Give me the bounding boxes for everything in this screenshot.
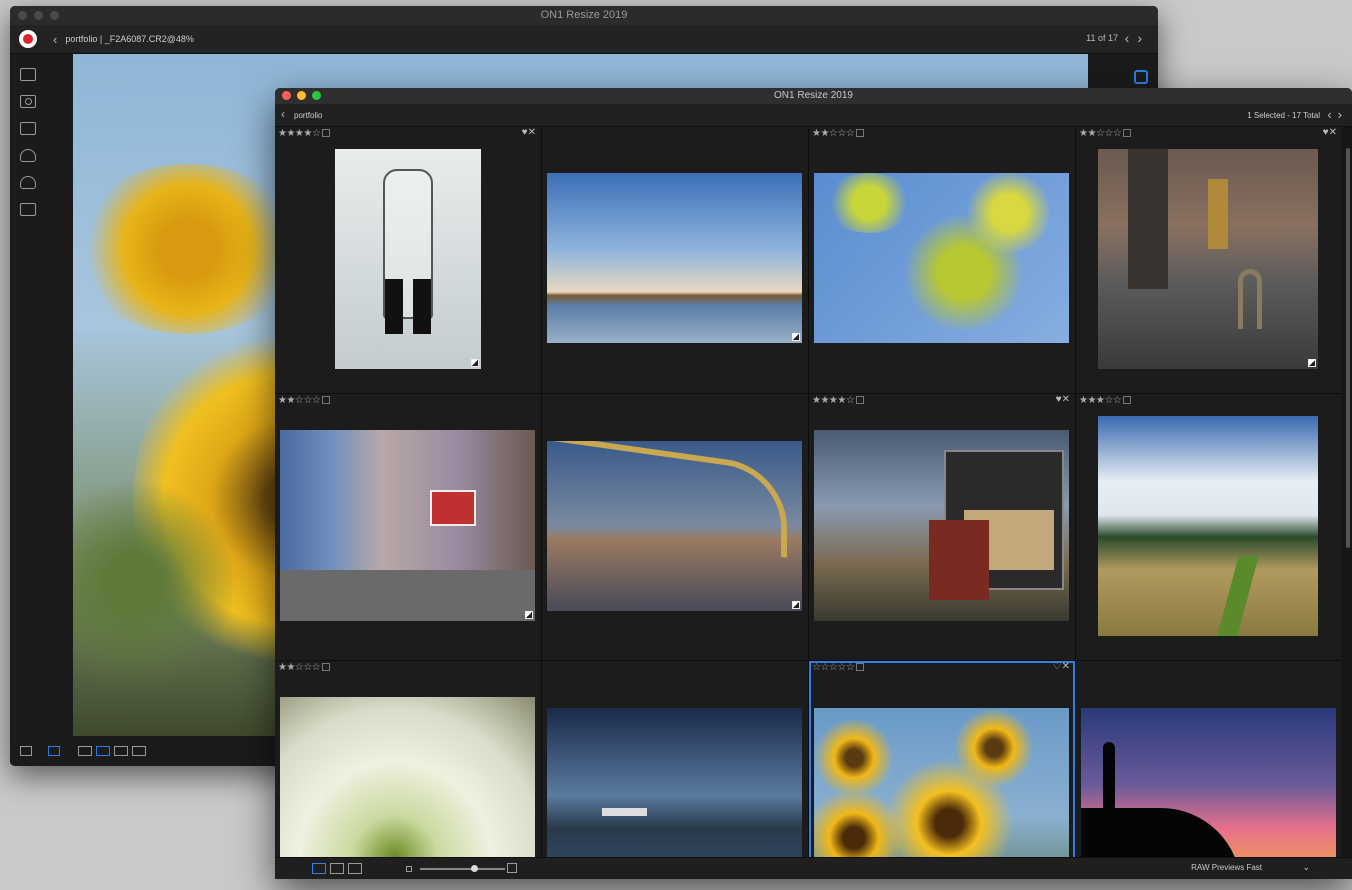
- star-rating[interactable]: ★★★★☆: [812, 395, 865, 406]
- thumbnail-image[interactable]: [547, 441, 802, 611]
- image-counter: 11 of 17: [1086, 33, 1118, 43]
- camera-icon[interactable]: [20, 95, 36, 108]
- thumbnail-grid: ★★★★☆ ♥✕ ★★☆☆☆ ★★☆☆☆ ♥✕ ★★☆☆☆ ★★★★☆ ♥✕ ★…: [275, 127, 1341, 857]
- star-rating[interactable]: ★★★☆☆: [1079, 395, 1132, 406]
- thumbnail-image[interactable]: [547, 173, 802, 343]
- star-rating[interactable]: ★★★★☆: [278, 128, 331, 139]
- breadcrumb: portfolio | _F2A6087.CR2@48%: [65, 34, 194, 44]
- thumbnail-image[interactable]: [814, 430, 1069, 621]
- thumbnail-image[interactable]: [814, 708, 1069, 857]
- thumbnail-image[interactable]: [280, 430, 535, 621]
- sidebar: ☺ ⓘ: [10, 54, 46, 762]
- toolbar: ‹ portfolio | _F2A6087.CR2@48% 11 of 17 …: [10, 25, 1158, 54]
- panel-toggle-icon[interactable]: [20, 746, 32, 756]
- window-title: ON1 Resize 2019: [540, 9, 628, 21]
- thumbnail-cell[interactable]: [1076, 661, 1341, 857]
- thumbnail-image[interactable]: [280, 697, 535, 857]
- select-checkbox[interactable]: [856, 396, 865, 404]
- thumbnail-cell[interactable]: ★★★★☆ ♥✕: [275, 127, 541, 393]
- slider-knob[interactable]: [471, 865, 478, 872]
- star-rating[interactable]: ☆☆☆☆☆: [812, 662, 865, 673]
- raw-previews-select[interactable]: RAW Previews Fast: [1191, 863, 1262, 872]
- thumbnail-image[interactable]: [1081, 708, 1336, 857]
- select-checkbox[interactable]: [322, 663, 331, 671]
- status-bar: RAW Previews Fast ⌄: [275, 857, 1352, 879]
- image-nav-arrows[interactable]: ‹›: [1327, 107, 1348, 122]
- favorite-reject-icon[interactable]: ♡✕: [1053, 661, 1070, 672]
- thumbnail-image[interactable]: [547, 708, 802, 857]
- thumbnail-cell[interactable]: [542, 127, 808, 393]
- toolbar: ‹ portfolio 1 Selected - 17 Total ‹›: [275, 104, 1352, 127]
- breadcrumb: portfolio: [294, 111, 323, 120]
- chevron-down-icon[interactable]: ⌄: [1302, 862, 1310, 873]
- star-rating[interactable]: ★★☆☆☆: [812, 128, 865, 139]
- thumbnail-cell[interactable]: ★★★★☆ ♥✕: [809, 394, 1075, 660]
- selection-count: 1 Selected - 17 Total: [1247, 111, 1320, 120]
- back-chevron-icon[interactable]: ‹: [281, 107, 285, 121]
- title-bar: ON1 Resize 2019: [10, 6, 1158, 25]
- select-checkbox[interactable]: [856, 129, 865, 137]
- edited-badge-icon: [525, 611, 533, 619]
- thumbnail-image[interactable]: [814, 173, 1069, 343]
- grid-scrollbar[interactable]: [1346, 148, 1350, 548]
- detail-view-icon[interactable]: [96, 746, 110, 756]
- browser-window: ON1 Resize 2019 ‹ portfolio 1 Selected -…: [275, 88, 1352, 879]
- thumbnail-cell[interactable]: ★★☆☆☆: [809, 127, 1075, 393]
- camera-info-icon[interactable]: [1134, 70, 1148, 84]
- select-checkbox[interactable]: [1123, 129, 1132, 137]
- edited-badge-icon: [792, 333, 800, 341]
- thumbnail-cell[interactable]: ★★★☆☆: [1076, 394, 1341, 660]
- grid-view-button[interactable]: [312, 863, 326, 874]
- thumbnail-cell[interactable]: ★★☆☆☆: [275, 394, 541, 660]
- thumbnail-cell[interactable]: [542, 394, 808, 660]
- filmstrip-view-button[interactable]: [348, 863, 362, 874]
- favorite-reject-icon[interactable]: ♥✕: [1056, 394, 1070, 405]
- filmstrip-view-icon[interactable]: [114, 746, 128, 756]
- title-bar: ON1 Resize 2019: [275, 88, 1352, 104]
- thumbnail-image[interactable]: [335, 149, 481, 369]
- favorite-reject-icon[interactable]: ♥✕: [1323, 127, 1337, 138]
- select-checkbox[interactable]: [322, 129, 331, 137]
- compare-view-icon[interactable]: [132, 746, 146, 756]
- select-checkbox[interactable]: [856, 663, 865, 671]
- edited-badge-icon: [792, 601, 800, 609]
- thumbnail-size-slider[interactable]: [420, 868, 505, 870]
- edited-badge-icon: [1308, 359, 1316, 367]
- detail-view-button[interactable]: [330, 863, 344, 874]
- select-checkbox[interactable]: [322, 396, 331, 404]
- raw-previews-value: Fast: [1246, 863, 1262, 872]
- favorite-reject-icon[interactable]: ♥✕: [522, 127, 536, 138]
- thumbnail-image[interactable]: [1098, 149, 1318, 369]
- drive-icon[interactable]: [20, 149, 36, 162]
- thumbnail-image[interactable]: [1098, 416, 1318, 636]
- app-logo-icon[interactable]: [19, 30, 37, 48]
- image-nav-arrows[interactable]: ‹›: [1125, 30, 1150, 46]
- select-checkbox[interactable]: [1123, 396, 1132, 404]
- thumbnail-size-small-icon[interactable]: [406, 866, 412, 872]
- thumbnail-cell-selected[interactable]: ☆☆☆☆☆ ♡✕: [809, 661, 1075, 857]
- monitor-icon[interactable]: [20, 68, 36, 81]
- thumbnail-cell[interactable]: ★★☆☆☆ ♥✕: [1076, 127, 1341, 393]
- back-chevron-icon[interactable]: ‹: [53, 32, 57, 47]
- thumbnail-cell[interactable]: [542, 661, 808, 857]
- window-title: ON1 Resize 2019: [774, 90, 853, 101]
- folder-search-icon[interactable]: [20, 122, 36, 135]
- thumbnail-cell[interactable]: ★★☆☆☆: [275, 661, 541, 857]
- star-rating[interactable]: ★★☆☆☆: [278, 395, 331, 406]
- grid-view-icon[interactable]: [78, 746, 92, 756]
- filmstrip-icon[interactable]: [48, 746, 60, 756]
- albums-icon[interactable]: [20, 203, 36, 216]
- thumbnail-size-large-icon[interactable]: [507, 863, 517, 873]
- edited-badge-icon: [471, 359, 479, 367]
- star-rating[interactable]: ★★☆☆☆: [278, 662, 331, 673]
- raw-previews-label: RAW Previews: [1191, 863, 1245, 872]
- star-rating[interactable]: ★★☆☆☆: [1079, 128, 1132, 139]
- cloud-icon[interactable]: [20, 176, 36, 189]
